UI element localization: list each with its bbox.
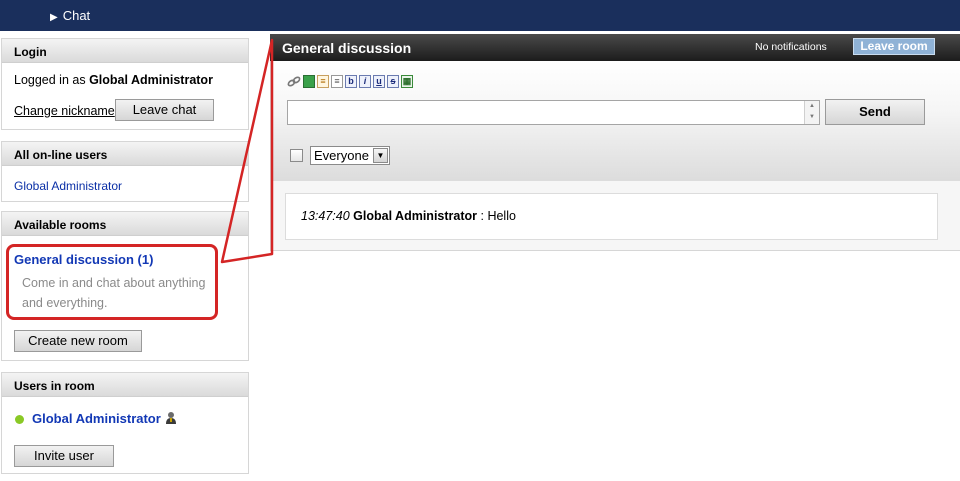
- top-nav-bar: ▶ Chat: [0, 0, 960, 31]
- recipient-select[interactable]: Everyone ▼: [310, 146, 390, 165]
- logged-in-prefix: Logged in as: [14, 73, 86, 87]
- code-icon[interactable]: ≡: [331, 75, 343, 88]
- room-user-link[interactable]: Global Administrator: [32, 411, 161, 426]
- leave-chat-button[interactable]: Leave chat: [115, 99, 214, 121]
- available-rooms-title: Available rooms: [2, 212, 248, 236]
- login-panel: Login Logged in as Global Administrator …: [1, 38, 249, 130]
- annotation-highlight-box: [6, 244, 218, 320]
- notifications-status[interactable]: No notifications: [755, 41, 827, 53]
- message-list: 13:47:40 Global Administrator : Hello: [285, 193, 938, 240]
- breadcrumb-label: Chat: [62, 8, 91, 23]
- formatting-toolbar: ≡ ≡ b i u s ▦: [287, 75, 413, 89]
- recipient-value: Everyone: [314, 148, 369, 163]
- image-icon[interactable]: [303, 75, 315, 88]
- compose-area: ≡ ≡ b i u s ▦ ▲ ▼ Send Everyone ▼: [270, 61, 960, 181]
- quote-icon[interactable]: ≡: [317, 75, 329, 88]
- login-panel-title: Login: [2, 39, 248, 63]
- admin-user-icon: [166, 412, 176, 424]
- play-arrow-icon: ▶: [50, 12, 58, 23]
- logged-in-user: Global Administrator: [89, 73, 213, 87]
- leave-room-button[interactable]: Leave room: [853, 38, 935, 55]
- message-item: 13:47:40 Global Administrator : Hello: [301, 209, 516, 223]
- message-separator: :: [477, 209, 488, 223]
- breadcrumb[interactable]: ▶ Chat: [50, 8, 90, 23]
- underline-icon[interactable]: u: [373, 75, 385, 88]
- logged-in-text: Logged in as Global Administrator: [14, 73, 213, 87]
- online-status-icon: [15, 415, 24, 424]
- table-icon[interactable]: ▦: [401, 75, 413, 88]
- room-header: General discussion No notifications Leav…: [270, 34, 960, 61]
- message-author[interactable]: Global Administrator: [353, 209, 477, 223]
- create-room-button[interactable]: Create new room: [14, 330, 142, 352]
- change-nickname-link[interactable]: Change nickname: [14, 104, 115, 118]
- users-in-room-title: Users in room: [2, 373, 248, 397]
- message-text: Hello: [487, 209, 516, 223]
- users-in-room-panel: Users in room Global Administrator Invit…: [1, 372, 249, 474]
- link-icon[interactable]: [287, 75, 301, 88]
- room-title: General discussion: [282, 40, 412, 56]
- italic-icon[interactable]: i: [359, 75, 371, 88]
- message-time: 13:47:40: [301, 209, 350, 223]
- online-user-link[interactable]: Global Administrator: [14, 179, 122, 193]
- input-scroll-arrows-icon[interactable]: ▲ ▼: [804, 101, 819, 124]
- message-area: 13:47:40 Global Administrator : Hello: [270, 181, 960, 251]
- send-button[interactable]: Send: [825, 99, 925, 125]
- private-message-checkbox[interactable]: [290, 149, 303, 162]
- online-users-panel: All on-line users Global Administrator: [1, 141, 249, 202]
- message-input[interactable]: ▲ ▼: [287, 100, 820, 125]
- bold-icon[interactable]: b: [345, 75, 357, 88]
- strikethrough-icon[interactable]: s: [387, 75, 399, 88]
- dropdown-arrow-icon[interactable]: ▼: [373, 148, 388, 163]
- online-users-title: All on-line users: [2, 142, 248, 166]
- invite-user-button[interactable]: Invite user: [14, 445, 114, 467]
